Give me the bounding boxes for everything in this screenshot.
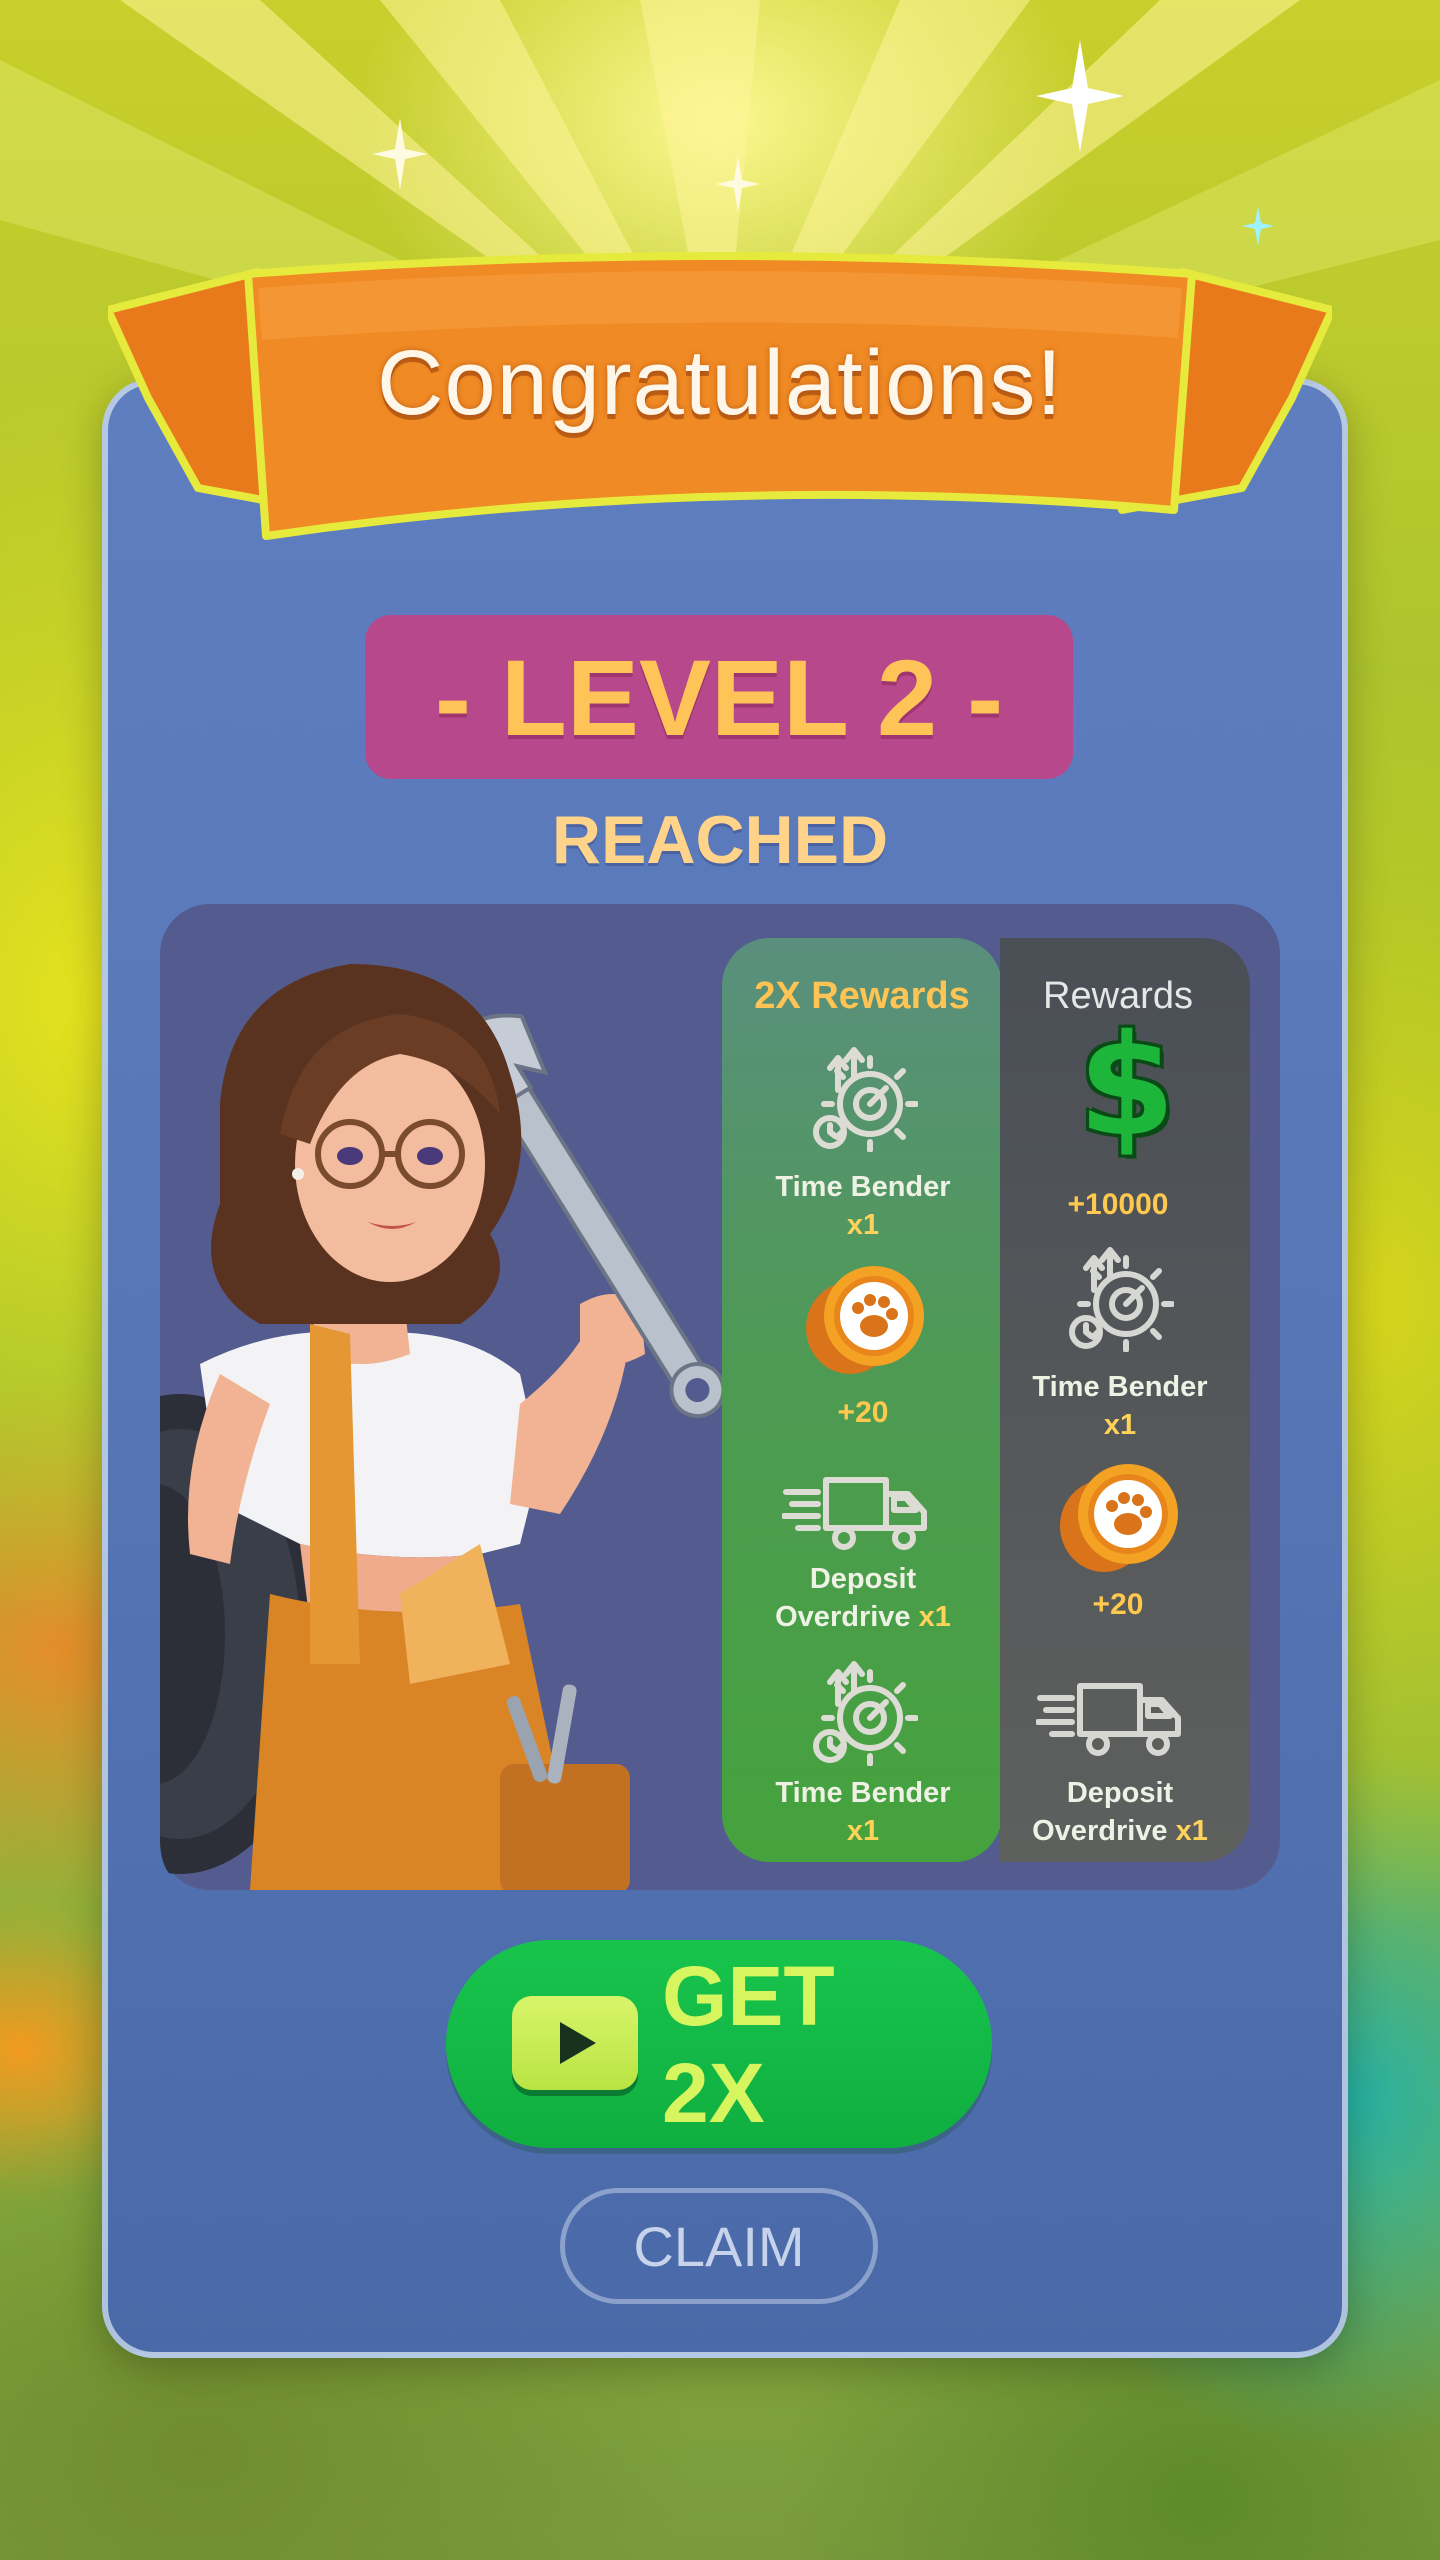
paw-coin-icon: [1060, 1464, 1178, 1572]
claim-button[interactable]: CLAIM: [560, 2188, 878, 2304]
reward-name: Deposit Overdrive x1: [1000, 1774, 1240, 1850]
reward-name-text: Deposit: [1066, 1777, 1174, 1809]
reward-name: Deposit Overdrive x1: [730, 1560, 996, 1636]
sparkle-icon: [716, 156, 760, 212]
time-bender-gear-icon: [813, 1047, 918, 1152]
get-2x-label[interactable]: GET 2X: [662, 1949, 942, 2140]
deposit-overdrive-truck-icon: [782, 1477, 927, 1550]
reward-amount: +10000: [1067, 1188, 1169, 1221]
reward-amount: +20: [1092, 1588, 1144, 1621]
reward-name-text: Overdrive: [775, 1601, 911, 1633]
reward-name-text: Deposit: [809, 1563, 917, 1595]
reward-name: Time Bender x1: [730, 1168, 996, 1244]
reward-quantity: x1: [1175, 1815, 1208, 1847]
reward-name-text: Time Bender: [775, 1171, 951, 1203]
reward-name: Time Bender x1: [730, 1774, 996, 1850]
play-triangle-icon: [560, 2022, 596, 2064]
level-badge: - LEVEL 2 -: [365, 615, 1073, 779]
play-video-icon[interactable]: [512, 1996, 638, 2090]
dollar-sign-icon: $: [1078, 1005, 1176, 1168]
sparkle-icon: [1036, 40, 1124, 152]
dialog-title: Congratulations!: [377, 331, 1063, 434]
reward-name-text: Overdrive: [1032, 1815, 1168, 1847]
doubled-rewards-heading: 2X Rewards: [754, 974, 970, 1017]
reward-quantity: x1: [846, 1815, 880, 1847]
mechanic-character-illustration: [160, 964, 726, 1890]
reward-name-text: Time Bender: [775, 1777, 951, 1809]
reward-quantity: x1: [846, 1209, 880, 1241]
time-bender-gear-icon: [1069, 1247, 1174, 1352]
level-subtitle: REACHED: [551, 802, 889, 878]
reward-name-text: Time Bender: [1032, 1371, 1208, 1403]
paw-coin-icon: [806, 1266, 924, 1374]
time-bender-gear-icon: [813, 1661, 918, 1766]
reward-quantity: x1: [918, 1601, 951, 1633]
sparkle-icon: [372, 118, 428, 190]
deposit-overdrive-truck-icon: [1036, 1683, 1181, 1756]
sparkle-icon: [1242, 206, 1274, 246]
reward-name: Time Bender x1: [1000, 1368, 1240, 1444]
reward-quantity: x1: [1103, 1409, 1137, 1441]
reward-amount: +20: [837, 1396, 889, 1429]
